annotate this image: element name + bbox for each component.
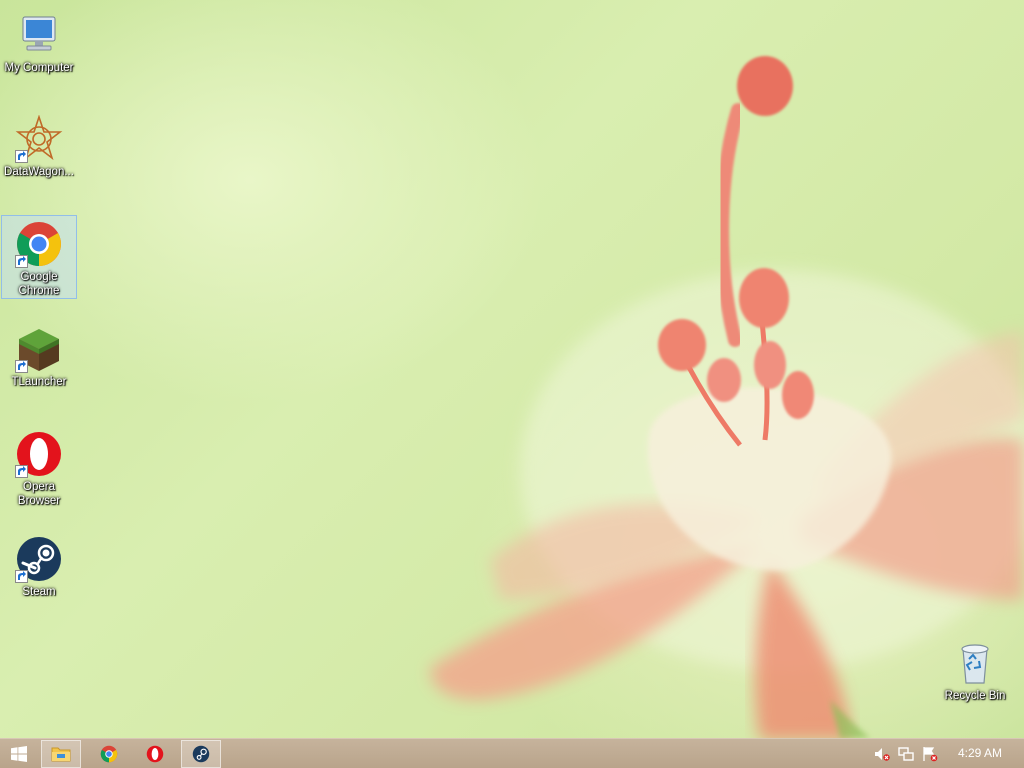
start-button[interactable] [0,740,38,768]
icon-label: My Computer [4,62,74,74]
network-icon[interactable] [898,746,914,762]
icon-label: DataWagon... [4,166,74,178]
steam-icon [192,745,210,763]
desktop-icon-google-chrome[interactable]: Google Chrome [1,215,77,299]
volume-muted-icon[interactable] [874,746,890,762]
taskbar-steam[interactable] [181,740,221,768]
shortcut-arrow-icon [15,150,28,163]
shortcut-arrow-icon [15,360,28,373]
recycle-bin-icon [961,644,989,684]
icon-label: Recycle Bin [944,690,1006,702]
opera-icon [146,745,164,763]
shortcut-arrow-icon [15,255,28,268]
shortcut-arrow-icon [15,570,28,583]
icon-label: TLauncher [11,376,67,388]
desktop-icon-steam[interactable]: Steam [1,530,77,600]
desktop-icon-my-computer[interactable]: My Computer [1,6,77,76]
taskbar-clock[interactable]: 4:29 AM [944,739,1016,768]
flower-image [430,56,1024,738]
taskbar-opera[interactable] [135,740,175,768]
windows-logo-icon [11,746,27,762]
taskbar-chrome[interactable] [89,740,129,768]
desktop-wallpaper [0,0,1024,738]
icon-label: Opera Browser [17,481,61,507]
icon-label: Steam [22,586,56,598]
chrome-icon [100,745,118,763]
taskbar: 4:29 AM [0,738,1024,768]
icon-label: Google Chrome [18,271,60,297]
shortcut-arrow-icon [15,465,28,478]
computer-icon [22,16,56,51]
flag-alert-icon[interactable] [922,746,938,762]
desktop-icon-datawagon[interactable]: DataWagon... [1,110,77,180]
desktop-icon-opera-browser[interactable]: Opera Browser [1,425,77,509]
desktop-icon-recycle-bin[interactable]: Recycle Bin [937,634,1013,704]
desktop-icon-tlauncher[interactable]: TLauncher [1,320,77,390]
taskbar-file-explorer[interactable] [41,740,81,768]
folder-icon [51,747,71,762]
